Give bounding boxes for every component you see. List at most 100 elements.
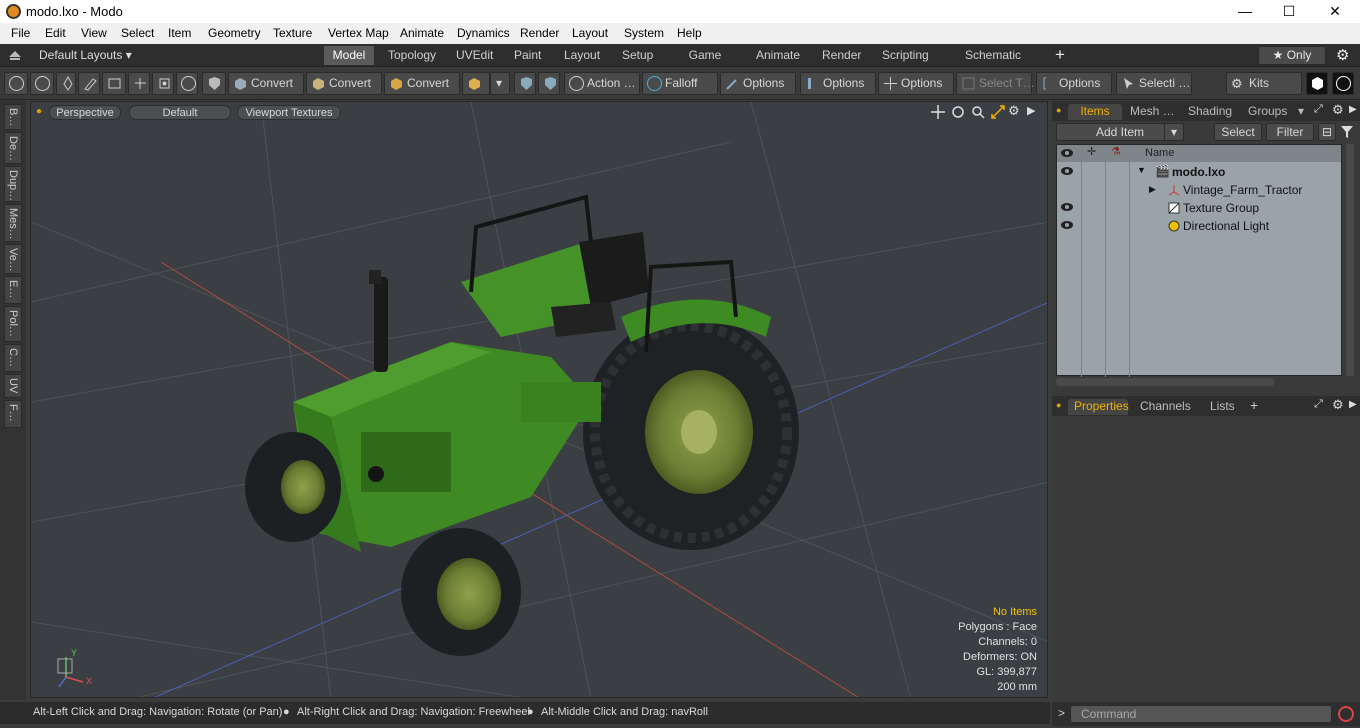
- falloff-button[interactable]: Falloff: [642, 72, 718, 95]
- tab-model[interactable]: Model: [324, 46, 374, 65]
- action-center-button[interactable]: Action …: [564, 72, 640, 95]
- sculpt-tool-button[interactable]: [78, 72, 100, 95]
- tab-shading[interactable]: Shading: [1182, 104, 1240, 120]
- menu-dynamics[interactable]: Dynamics: [457, 26, 510, 40]
- menu-item[interactable]: Item: [168, 26, 191, 40]
- select-through-button[interactable]: Select T…: [956, 72, 1035, 95]
- selection-sets-button[interactable]: Selecti …: [1116, 72, 1192, 95]
- tab-scripting[interactable]: Scripting: [874, 46, 936, 65]
- record-macro-icon[interactable]: [1338, 706, 1354, 722]
- left-tab-edge[interactable]: E…: [4, 276, 22, 304]
- gear-icon[interactable]: ⚙: [1336, 46, 1349, 64]
- unity-button[interactable]: [1306, 72, 1328, 95]
- tab-topology[interactable]: Topology: [380, 46, 442, 65]
- filter-button[interactable]: Filter: [1266, 123, 1314, 141]
- panel-menu-icon[interactable]: ●: [1056, 400, 1061, 410]
- collapse-button[interactable]: ⊟: [1318, 123, 1336, 141]
- pen-tool-button[interactable]: [56, 72, 76, 95]
- left-tab-polygon[interactable]: Pol…: [4, 306, 22, 342]
- item-list-scrollbar[interactable]: [1346, 144, 1354, 376]
- tab-items[interactable]: Items: [1068, 104, 1122, 120]
- menu-system[interactable]: System: [624, 26, 664, 40]
- expand-panel-icon[interactable]: ⤢: [1314, 103, 1323, 116]
- tab-channels[interactable]: Channels: [1134, 399, 1192, 415]
- rotate-view-icon[interactable]: [951, 105, 965, 119]
- options-button-2[interactable]: Options: [800, 72, 876, 95]
- unreal-button[interactable]: [1332, 72, 1354, 95]
- viewport-menu-icon[interactable]: ●: [36, 106, 42, 117]
- menu-help[interactable]: Help: [677, 26, 702, 40]
- convert-button-1[interactable]: Convert: [228, 72, 304, 95]
- menu-view[interactable]: View: [81, 26, 107, 40]
- minimize-button[interactable]: —: [1222, 0, 1268, 23]
- panel-arrow-icon[interactable]: ▶: [1349, 104, 1357, 115]
- panel-gear-icon[interactable]: ⚙: [1332, 397, 1344, 413]
- layout-switch-icon[interactable]: [8, 50, 22, 62]
- collapse-arrow-icon[interactable]: ▶: [1149, 184, 1156, 195]
- snap-button[interactable]: [462, 72, 490, 95]
- funnel-icon[interactable]: [1340, 125, 1354, 139]
- add-tab-button[interactable]: +: [1055, 45, 1065, 65]
- tab-properties[interactable]: Properties: [1068, 399, 1129, 415]
- tab-animate[interactable]: Animate: [748, 46, 808, 65]
- eye-icon[interactable]: [1061, 203, 1073, 211]
- close-button[interactable]: ✕: [1312, 0, 1358, 23]
- menu-layout[interactable]: Layout: [572, 26, 608, 40]
- panel-arrow-icon[interactable]: ▶: [1349, 399, 1357, 410]
- tree-row-directional-light[interactable]: Directional Light: [1057, 217, 1341, 235]
- zoom-view-icon[interactable]: [971, 105, 985, 119]
- tree-row-tractor[interactable]: ▶ Vintage_Farm_Tractor: [1057, 181, 1341, 199]
- left-tab-fusion[interactable]: F…: [4, 400, 22, 428]
- tab-game-tools[interactable]: Game Tools: [668, 46, 742, 81]
- options-button-3[interactable]: Options: [878, 72, 954, 95]
- command-input[interactable]: Command: [1070, 705, 1332, 723]
- select-edges-button[interactable]: [30, 72, 54, 95]
- tree-row-modo-lxo[interactable]: ▼ 🎬 modo.lxo: [1057, 163, 1341, 181]
- default-layouts-dropdown[interactable]: Default Layouts ▾: [39, 48, 132, 62]
- panel-gear-icon[interactable]: ⚙: [1332, 102, 1344, 118]
- left-tab-vertex[interactable]: Ve…: [4, 244, 22, 274]
- menu-geometry[interactable]: Geometry: [208, 26, 261, 40]
- polygon-select-button[interactable]: [102, 72, 126, 95]
- viewport-expand-icon[interactable]: ▶: [1027, 104, 1035, 117]
- item-select-button[interactable]: [152, 72, 174, 95]
- maximize-button[interactable]: ☐: [1266, 0, 1312, 23]
- left-tab-curve[interactable]: C…: [4, 344, 22, 372]
- menu-edit[interactable]: Edit: [45, 26, 66, 40]
- tab-groups[interactable]: Groups: [1242, 104, 1298, 120]
- only-toggle[interactable]: ★ Only: [1258, 46, 1326, 65]
- viewport-tab-perspective[interactable]: Perspective: [49, 105, 121, 120]
- left-tab-uv[interactable]: UV: [4, 374, 22, 398]
- tabs-dropdown-icon[interactable]: ▾: [1298, 104, 1304, 118]
- menu-animate[interactable]: Animate: [400, 26, 444, 40]
- tab-setup[interactable]: Setup: [614, 46, 660, 65]
- menu-file[interactable]: File: [11, 26, 30, 40]
- tree-row-texture-group[interactable]: Texture Group: [1057, 199, 1341, 217]
- select-button[interactable]: Select: [1214, 123, 1262, 141]
- menu-vertex-map[interactable]: Vertex Map: [328, 26, 389, 40]
- tab-lists[interactable]: Lists: [1204, 399, 1244, 415]
- workplane-button[interactable]: [538, 72, 560, 95]
- 3d-viewport[interactable]: Y X ● Perspective Default Viewport Textu…: [30, 101, 1048, 698]
- viewport-tab-textures[interactable]: Viewport Textures: [237, 105, 341, 120]
- left-tab-basic[interactable]: B…: [4, 104, 22, 130]
- snap-dropdown[interactable]: ▾: [490, 72, 510, 95]
- convert-button-3[interactable]: Convert: [384, 72, 460, 95]
- tab-uvedit[interactable]: UVEdit: [448, 46, 500, 65]
- menu-render[interactable]: Render: [520, 26, 559, 40]
- convert-button-2[interactable]: Convert: [306, 72, 382, 95]
- item-list-hscrollbar[interactable]: [1056, 378, 1274, 386]
- eye-icon[interactable]: [1061, 167, 1073, 175]
- eye-icon[interactable]: [1061, 221, 1073, 229]
- options-button-1[interactable]: Options: [720, 72, 796, 95]
- fit-view-icon[interactable]: [991, 105, 1005, 119]
- expand-arrow-icon[interactable]: ▼: [1137, 165, 1146, 175]
- left-tab-mesh[interactable]: Mes…: [4, 204, 22, 242]
- expand-panel-icon[interactable]: ⤢: [1314, 398, 1323, 411]
- shading-button[interactable]: [202, 72, 226, 95]
- tab-render[interactable]: Render: [814, 46, 866, 65]
- add-tab-button[interactable]: +: [1250, 397, 1258, 413]
- move-view-icon[interactable]: [931, 105, 945, 119]
- menu-texture[interactable]: Texture: [273, 26, 312, 40]
- options-button-4[interactable]: Options: [1036, 72, 1112, 95]
